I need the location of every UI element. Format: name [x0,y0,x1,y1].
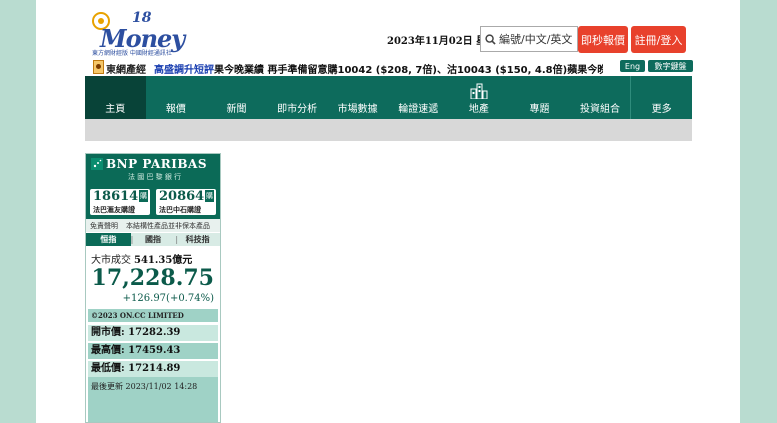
disclaimer-text: 本結構性產品並非保本產品 [126,222,210,230]
index-change: +126.97(+0.74%) [122,293,214,304]
nav-item-topics[interactable]: 專題 [509,76,570,119]
nav-item-news[interactable]: 新聞 [206,76,267,119]
warrant-code: 18614 [93,189,139,204]
warrant-label: 法巴滙友購證 [93,206,135,214]
nav-item-portfolio[interactable]: 投資組合 [570,76,631,119]
ticker-headline[interactable]: 高盛調升短評 [154,65,214,76]
nav-item-label: 投資組合 [580,104,621,115]
search-input[interactable] [499,32,577,46]
call-tag: 購 [139,190,148,202]
high-price: 最高價: 17459.43 [88,343,218,359]
bnp-subtitle: 法 國 巴 黎 銀 行 [128,173,182,181]
index-widget: BNP PARIBAS 法 國 巴 黎 銀 行 18614 購 法巴滙友購證 2… [85,153,221,423]
bnp-banner[interactable]: BNP PARIBAS 法 國 巴 黎 銀 行 [86,154,220,187]
quote-button[interactable]: 即秒報價 [578,26,628,53]
page-container: 18 Money 東方網財經版 中國財經通訊社 2023年11月02日 星期四 … [36,0,740,423]
nav-item-label: 新聞 [226,104,247,115]
disclaimer-link[interactable]: 免責聲明 [90,221,118,231]
nav-item-label: 輪證速遞 [398,104,439,115]
warrant-card[interactable]: 18614 購 法巴滙友購證 [90,189,150,215]
nav-item-label: 地產 [468,104,489,115]
call-tag: 購 [205,190,214,202]
search-box[interactable] [480,26,578,52]
index-value: 17,228.75 [91,265,214,291]
bnp-stars-icon [91,158,103,170]
ticker-body[interactable]: 果今晚業績 再手準備留意購10042 ($208, 7倍)、沽10043 ($1… [214,65,606,76]
oncc-icon [93,60,104,74]
nav-item-property[interactable]: 地產 [449,76,510,119]
login-button[interactable]: 註冊/登入 [631,26,686,53]
logo-tagline: 東方網財經版 中國財經通訊社 [92,50,172,57]
index-tabs: 恒指 國指 科技指 [86,233,220,246]
main-nav: 主頁 報價 新聞 即市分析 市場數據 輪證速遞 地產 專題 投資組合 更多 [85,76,692,119]
turnover-label: 大市成交 [91,255,131,266]
digital-keypad-button[interactable]: 數字鍵盤 [648,60,693,72]
nav-item-more[interactable]: 更多 [630,76,692,119]
nav-item-analysis[interactable]: 即市分析 [267,76,328,119]
turnover-value: 541.35億元 [134,255,193,266]
nav-item-label: 更多 [651,104,672,115]
warrant-cards: 18614 購 法巴滙友購證 20864 購 法巴中石購證 [86,187,220,219]
disclaimer-row: 免責聲明 本結構性產品並非保本產品 [86,219,220,232]
nav-item-home[interactable]: 主頁 [85,76,146,119]
nav-item-label: 專題 [529,104,550,115]
ticker-divider [603,60,607,74]
warrant-card[interactable]: 20864 購 法巴中石購證 [156,189,216,215]
last-updated: 最後更新 2023/11/02 14:28 [88,377,218,422]
news-ticker: 東網產經 高盛調升短評果今晚業績 再手準備留意購10042 ($208, 7倍)… [93,60,709,76]
tab-hsi[interactable]: 恒指 [86,233,131,246]
nav-item-market-data[interactable]: 市場數據 [327,76,388,119]
open-price: 開市價: 17282.39 [88,325,218,341]
search-icon [485,33,496,45]
building-icon [470,83,488,99]
copyright: ©2023 ON.CC LIMITED [88,309,218,322]
ticker-text[interactable]: 高盛調升短評果今晚業績 再手準備留意購10042 ($208, 7倍)、沽100… [154,61,606,76]
nav-item-label: 即市分析 [277,104,318,115]
ticker-source[interactable]: 東網產經 [106,61,146,76]
site-logo[interactable]: 18 Money 東方網財經版 中國財經通訊社 [92,10,185,57]
tab-tech[interactable]: 科技指 [175,233,220,246]
tab-hscei[interactable]: 國指 [131,233,176,246]
warrant-label: 法巴中石購證 [159,206,201,214]
nav-item-label: 市場數據 [337,104,378,115]
warrant-code: 20864 [159,189,205,204]
sub-nav-bar [85,119,692,141]
nav-item-warrants[interactable]: 輪證速遞 [388,76,449,119]
english-button[interactable]: Eng [620,60,645,72]
nav-item-quote[interactable]: 報價 [146,76,207,119]
nav-item-label: 報價 [165,104,186,115]
bnp-name: BNP PARIBAS [106,157,207,171]
nav-item-label: 主頁 [105,104,126,115]
low-price: 最低價: 17214.89 [88,361,218,377]
